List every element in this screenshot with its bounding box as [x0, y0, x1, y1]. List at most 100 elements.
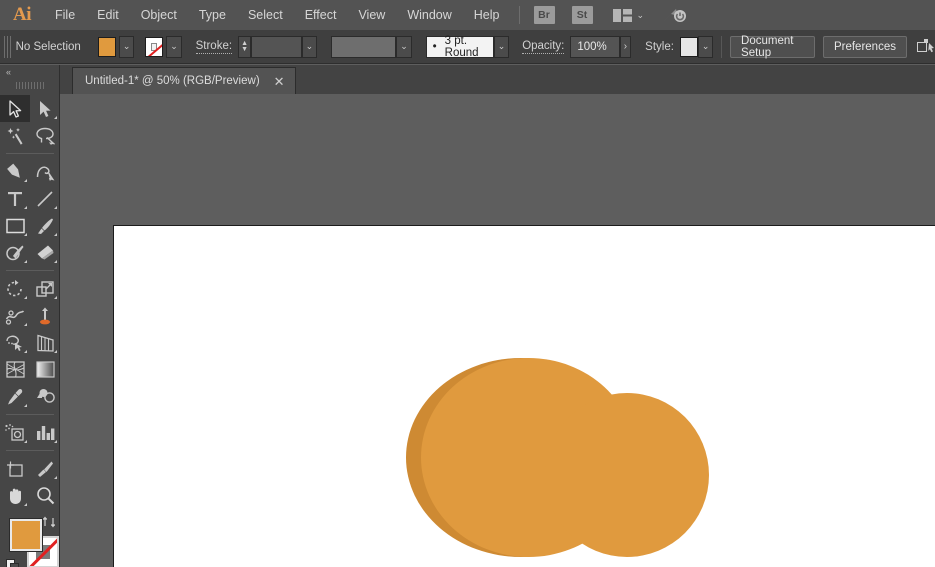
- eyedropper-tool[interactable]: [0, 383, 30, 410]
- document-tab-bar: Untitled-1* @ 50% (RGB/Preview) ✕: [60, 65, 935, 94]
- document-setup-button[interactable]: Document Setup: [730, 36, 815, 58]
- width-tool[interactable]: [0, 302, 30, 329]
- stroke-weight-stepper[interactable]: ▲▼: [238, 36, 251, 58]
- type-tool[interactable]: [0, 185, 30, 212]
- chevron-down-icon: ⌄: [637, 10, 645, 21]
- pen-tool[interactable]: [0, 158, 30, 185]
- eraser-tool[interactable]: [30, 239, 60, 266]
- opacity-expand-button[interactable]: ›: [620, 36, 632, 58]
- default-fill-stroke-icon[interactable]: [6, 559, 20, 567]
- tool-flyout-indicator: [24, 206, 27, 209]
- collapse-panel-icon[interactable]: «: [0, 65, 59, 79]
- preferences-button[interactable]: Preferences: [823, 36, 907, 58]
- slice-tool[interactable]: [30, 455, 60, 482]
- hand-tool[interactable]: [0, 482, 30, 509]
- control-bar-grip[interactable]: [4, 36, 11, 58]
- shape-builder-tool[interactable]: [0, 329, 30, 356]
- menu-help[interactable]: Help: [463, 0, 511, 30]
- opacity-field[interactable]: 100%: [570, 36, 619, 58]
- menu-window[interactable]: Window: [396, 0, 462, 30]
- blend-tool[interactable]: [30, 383, 60, 410]
- menu-edit[interactable]: Edit: [86, 0, 130, 30]
- selection-tool[interactable]: [0, 95, 30, 122]
- direct-selection-tool[interactable]: [30, 95, 60, 122]
- column-graph-tool[interactable]: [30, 419, 60, 446]
- menu-bar: Ai File Edit Object Type Select Effect V…: [0, 0, 935, 30]
- magic-wand-tool[interactable]: [0, 122, 30, 149]
- menu-object[interactable]: Object: [130, 0, 188, 30]
- tools-divider: [6, 450, 54, 451]
- graphic-style-swatch[interactable]: [680, 37, 698, 57]
- tool-flyout-indicator: [24, 323, 27, 326]
- stroke-color-swatch[interactable]: [145, 37, 163, 57]
- scale-tool[interactable]: [30, 275, 60, 302]
- rotate-tool[interactable]: [0, 275, 30, 302]
- tools-divider: [6, 153, 54, 154]
- illustrator-window: Ai File Edit Object Type Select Effect V…: [0, 0, 935, 567]
- artboard-tool[interactable]: [0, 455, 30, 482]
- stroke-profile-dropdown[interactable]: ⌄: [396, 36, 411, 58]
- close-icon[interactable]: ✕: [272, 75, 287, 88]
- stock-icon[interactable]: St: [572, 6, 593, 24]
- menu-effect[interactable]: Effect: [294, 0, 348, 30]
- bridge-icon[interactable]: Br: [534, 6, 555, 24]
- sync-settings-icon[interactable]: [662, 6, 688, 24]
- brush-definition-dropdown[interactable]: ⌄: [494, 36, 509, 58]
- tool-group-selection: [0, 95, 60, 149]
- tools-panel: «: [0, 65, 60, 567]
- opacity-label: Opacity:: [522, 40, 564, 54]
- brush-bullet-icon: •: [433, 41, 437, 53]
- paintbrush-tool[interactable]: [30, 212, 60, 239]
- tool-group-symbols: [0, 419, 60, 446]
- swap-fill-stroke-icon[interactable]: [42, 515, 56, 529]
- tool-flyout-indicator: [24, 503, 27, 506]
- symbol-sprayer-tool[interactable]: [0, 419, 30, 446]
- tool-flyout-indicator: [24, 233, 27, 236]
- perspective-grid-tool[interactable]: [30, 329, 60, 356]
- artboard[interactable]: [113, 225, 935, 567]
- fill-swatch-button[interactable]: [10, 519, 42, 551]
- menu-type[interactable]: Type: [188, 0, 237, 30]
- graphic-style-dropdown[interactable]: ⌄: [698, 36, 713, 58]
- fill-dropdown-button[interactable]: ⌄: [119, 36, 134, 58]
- tool-group-transform: [0, 275, 60, 410]
- document-tab[interactable]: Untitled-1* @ 50% (RGB/Preview) ✕: [72, 67, 296, 94]
- menu-file[interactable]: File: [44, 0, 86, 30]
- tools-panel-grip[interactable]: [16, 79, 44, 91]
- stroke-profile-field[interactable]: [331, 36, 396, 58]
- tool-flyout-indicator: [54, 116, 57, 119]
- style-label: Style:: [645, 41, 674, 53]
- line-segment-tool[interactable]: [30, 185, 60, 212]
- tool-flyout-indicator: [54, 350, 57, 353]
- gradient-tool[interactable]: [30, 356, 60, 383]
- free-transform-tool[interactable]: [30, 302, 60, 329]
- canvas-area[interactable]: [60, 94, 935, 567]
- stroke-weight-dropdown[interactable]: ⌄: [302, 36, 317, 58]
- zoom-tool[interactable]: [30, 482, 60, 509]
- control-bar: No Selection ⌄ ⌄ Stroke: ▲▼ ⌄ ⌄ • 3 pt. …: [0, 30, 935, 64]
- menu-divider: [519, 6, 520, 24]
- tool-flyout-indicator: [24, 179, 27, 182]
- ellipse-right-light[interactable]: [545, 393, 709, 557]
- fill-color-swatch[interactable]: [98, 37, 116, 57]
- tool-flyout-indicator: [24, 350, 27, 353]
- mesh-tool[interactable]: [0, 356, 30, 383]
- tool-flyout-indicator: [54, 206, 57, 209]
- arrange-documents-icon[interactable]: ⌄: [613, 9, 645, 22]
- tools-divider: [6, 414, 54, 415]
- curvature-tool[interactable]: [30, 158, 60, 185]
- menu-select[interactable]: Select: [237, 0, 294, 30]
- brush-definition-field[interactable]: • 3 pt. Round: [426, 36, 494, 58]
- color-controls: [0, 513, 60, 567]
- tool-flyout-indicator: [54, 476, 57, 479]
- stroke-weight-field[interactable]: [251, 36, 302, 58]
- control-bar-divider: [721, 36, 722, 58]
- selection-status-label: No Selection: [16, 41, 98, 53]
- lasso-tool[interactable]: [30, 122, 60, 149]
- select-similar-objects-icon[interactable]: [917, 39, 935, 55]
- menu-view[interactable]: View: [347, 0, 396, 30]
- shaper-tool[interactable]: [0, 239, 30, 266]
- tool-flyout-indicator: [54, 296, 57, 299]
- rectangle-tool[interactable]: [0, 212, 30, 239]
- stroke-dropdown-button[interactable]: ⌄: [166, 36, 181, 58]
